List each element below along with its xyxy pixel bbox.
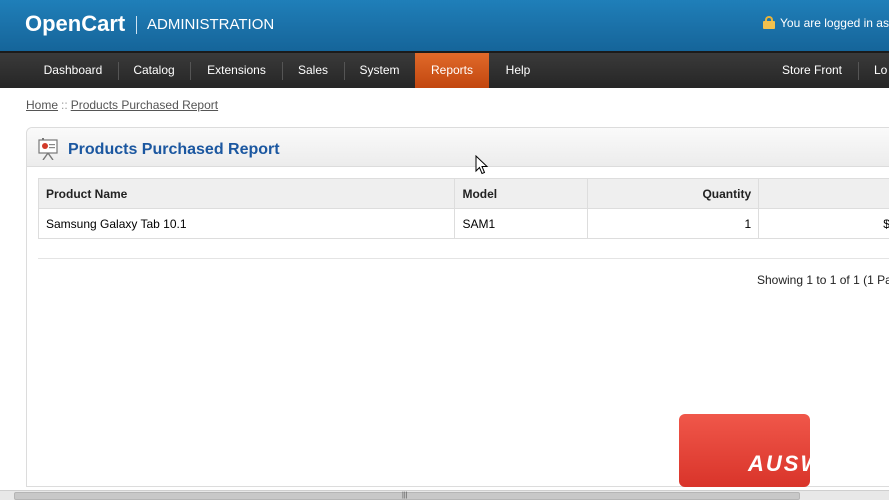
cell-total: $199 xyxy=(758,208,889,239)
table-header-row: Product Name Model Quantity To xyxy=(37,178,889,209)
pagination-divider xyxy=(38,258,889,259)
column-quantity[interactable]: Quantity xyxy=(587,178,760,209)
breadcrumb: Home:: Products Purchased Report xyxy=(26,98,218,112)
menu-divider xyxy=(282,62,283,80)
menu-system[interactable]: System xyxy=(346,53,413,88)
presentation-chart-icon xyxy=(38,138,58,160)
menu-store-front[interactable]: Store Front xyxy=(770,53,854,88)
breadcrumb-current[interactable]: Products Purchased Report xyxy=(71,98,218,112)
menu-reports[interactable]: Reports xyxy=(415,53,489,88)
lock-icon xyxy=(762,16,776,29)
menu-logout[interactable]: Lo xyxy=(862,53,889,88)
ausweb-watermark-text: AUSWEB xyxy=(748,451,858,476)
menu-divider xyxy=(118,62,119,80)
cell-product-name: Samsung Galaxy Tab 10.1 xyxy=(37,208,456,239)
menu-divider xyxy=(344,62,345,80)
report-table: Product Name Model Quantity To Samsung G… xyxy=(37,178,889,239)
pagination-text: Showing 1 to 1 of 1 (1 Pa xyxy=(757,273,889,287)
menu-divider xyxy=(858,62,859,80)
report-title: Products Purchased Report xyxy=(68,141,280,158)
menu-divider xyxy=(190,62,191,80)
header-bar: OpenCart ADMINISTRATION You are logged i… xyxy=(0,0,889,51)
column-product-name[interactable]: Product Name xyxy=(37,178,456,209)
menu-dashboard[interactable]: Dashboard xyxy=(30,53,116,88)
logo-divider xyxy=(136,16,137,34)
cell-quantity: 1 xyxy=(587,208,760,239)
administration-label: ADMINISTRATION xyxy=(147,16,275,33)
login-text: You are logged in as xyxy=(780,16,889,30)
menu-sales[interactable]: Sales xyxy=(284,53,342,88)
login-status: You are logged in as xyxy=(762,16,889,30)
scrollbar-grip-icon: ||| xyxy=(402,492,408,499)
menu-catalog[interactable]: Catalog xyxy=(120,53,188,88)
breadcrumb-home[interactable]: Home xyxy=(26,98,58,112)
cell-model: SAM1 xyxy=(454,208,589,239)
column-model[interactable]: Model xyxy=(454,178,589,209)
opencart-logo[interactable]: OpenCart xyxy=(25,11,125,37)
breadcrumb-separator: :: xyxy=(61,98,68,112)
table-row: Samsung Galaxy Tab 10.1 SAM1 1 $199 xyxy=(37,208,889,239)
main-menu: Dashboard Catalog Extensions Sales Syste… xyxy=(0,51,889,88)
report-box-header: Products Purchased Report xyxy=(27,128,889,167)
column-total[interactable]: To xyxy=(758,178,889,209)
menu-extensions[interactable]: Extensions xyxy=(192,53,281,88)
mouse-cursor-icon xyxy=(475,155,489,175)
menu-help[interactable]: Help xyxy=(491,53,545,88)
horizontal-scrollbar[interactable]: ||| xyxy=(0,490,889,500)
